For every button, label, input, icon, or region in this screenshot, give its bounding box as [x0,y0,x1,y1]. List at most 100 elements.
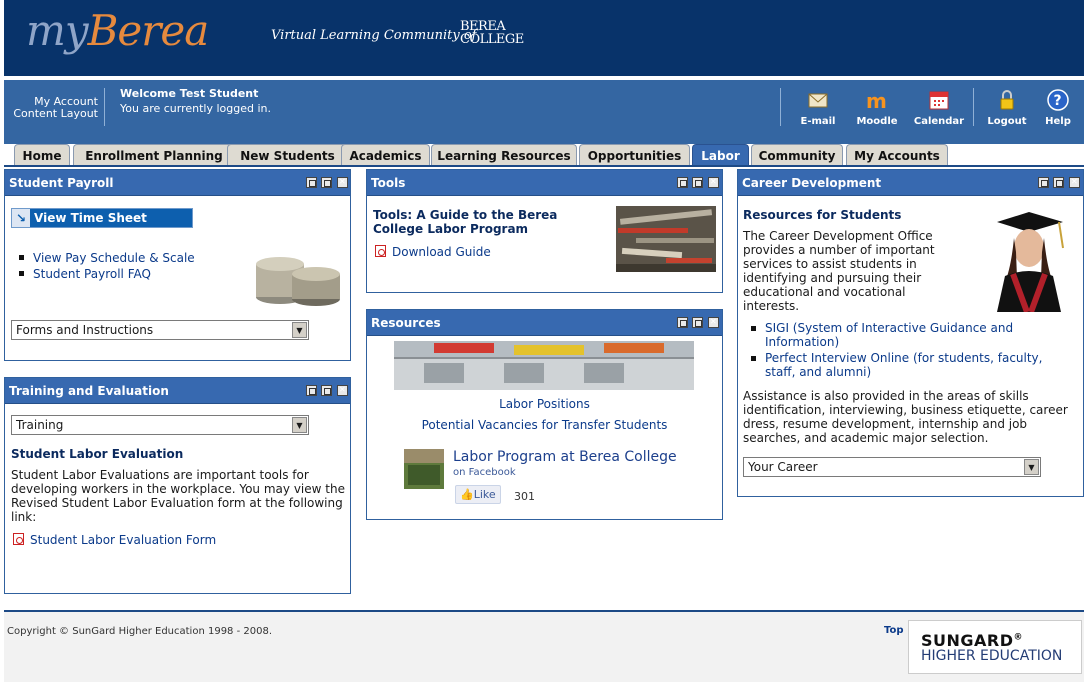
portlet-header: Training and Evaluation [5,378,350,404]
maximize-icon[interactable] [1053,177,1064,188]
facebook-page-link[interactable]: Labor Program at Berea College [453,449,677,465]
college-line2: COLLEGE [460,32,524,47]
maximize-icon[interactable] [692,177,703,188]
sigi-link[interactable]: SIGI (System of Interactive Guidance and… [765,321,1013,349]
tab-my-accounts[interactable]: My Accounts [846,144,948,166]
minimize-icon[interactable] [306,385,317,396]
svg-text:m: m [866,89,887,112]
close-icon[interactable] [1069,177,1080,188]
labor-positions-link[interactable]: Labor Positions [367,397,722,411]
tab-opportunities[interactable]: Opportunities [579,144,690,166]
portlet-header: Resources [367,310,722,336]
list-item[interactable]: View Pay Schedule & Scale [19,250,195,266]
chevron-down-icon[interactable]: ▼ [1024,459,1039,475]
envelope-icon [808,93,828,108]
career-select[interactable]: Your Career ▼ [743,457,1041,477]
training-select-value: Training [16,418,64,432]
close-icon[interactable] [708,317,719,328]
top-link[interactable]: Top [884,625,904,636]
career-heading: Resources for Students [743,208,902,222]
copyright: Copyright © SunGard Higher Education 199… [7,626,273,637]
chevron-down-icon[interactable]: ▼ [292,322,307,338]
forms-select[interactable]: Forms and Instructions ▼ [11,320,309,340]
perfect-interview-link[interactable]: Perfect Interview Online (for students, … [765,351,1042,379]
tools-image [616,206,716,272]
account-links: My Account Content Layout [8,96,98,120]
pdf-icon [375,245,386,257]
tab-labor[interactable]: Labor [692,144,749,166]
coins-image [256,257,340,306]
close-icon[interactable] [337,177,348,188]
payroll-faq-link[interactable]: Student Payroll FAQ [33,267,151,281]
minimize-icon[interactable] [677,317,688,328]
list-item[interactable]: Perfect Interview Online (for students, … [751,351,1071,379]
header-banner: myBerea Virtual Learning Community of BE… [4,0,1084,76]
login-status: You are currently logged in. [120,102,272,115]
tools-portlet: Tools Tools: A Guide to the Berea Colleg… [366,169,723,293]
view-time-sheet-button[interactable]: ↘ View Time Sheet [11,208,193,228]
facebook-subtitle: on Facebook [453,467,516,478]
facebook-page-thumbnail [404,449,444,489]
career-assistance-text: Assistance is also provided in the areas… [743,389,1068,445]
welcome-message: Welcome Test Student You are currently l… [120,86,271,116]
portlet-header: Tools [367,170,722,196]
moodle-label: Moodle [856,116,898,127]
download-guide-link[interactable]: Download Guide [392,245,491,259]
moodle-link[interactable]: m Moodle [850,88,904,127]
registered-mark: ® [1013,632,1024,643]
maximize-icon[interactable] [692,317,703,328]
career-intro: The Career Development Office provides a… [743,229,935,313]
tab-learning-resources[interactable]: Learning Resources [431,144,577,166]
close-icon[interactable] [337,385,348,396]
like-label: Like [473,488,496,501]
like-count: 301 [514,490,535,503]
training-evaluation-portlet: Training and Evaluation Training ▼ Stude… [4,377,351,594]
tab-enrollment-planning[interactable]: Enrollment Planning [73,144,235,166]
list-item[interactable]: SIGI (System of Interactive Guidance and… [751,321,1071,349]
logout-link[interactable]: Logout [980,88,1034,127]
portlet-header: Career Development [738,170,1083,196]
chevron-down-icon[interactable]: ▼ [292,417,307,433]
mybera-logo[interactable]: myBerea [26,6,209,55]
content-layout-link[interactable]: Content Layout [8,108,98,120]
list-item[interactable]: Student Payroll FAQ [19,266,195,282]
minimize-icon[interactable] [1038,177,1049,188]
forms-select-value: Forms and Instructions [16,323,154,337]
training-select[interactable]: Training ▼ [11,415,309,435]
tab-community[interactable]: Community [751,144,843,166]
minimize-icon[interactable] [306,177,317,188]
maximize-icon[interactable] [321,385,332,396]
evaluation-form-link[interactable]: Student Labor Evaluation Form [30,533,216,547]
portlet-header: Student Payroll [5,170,350,196]
career-select-value: Your Career [748,460,818,474]
minimize-icon[interactable] [677,177,688,188]
tools-heading: Tools: A Guide to the Berea College Labo… [373,208,558,236]
sungard-logo: SUNGARD® HIGHER EDUCATION [908,620,1082,674]
calendar-link[interactable]: Calendar [912,88,966,127]
close-icon[interactable] [708,177,719,188]
maximize-icon[interactable] [321,177,332,188]
evaluation-body: Student Labor Evaluations are important … [11,468,345,524]
tab-home[interactable]: Home [14,144,70,166]
logout-label: Logout [987,116,1027,127]
pay-schedule-link[interactable]: View Pay Schedule & Scale [33,251,195,265]
vacancies-link[interactable]: Potential Vacancies for Transfer Student… [367,418,722,432]
career-links: SIGI (System of Interactive Guidance and… [751,321,1071,379]
facebook-like-button[interactable]: 👍Like [455,485,501,504]
graduate-photo [983,208,1075,312]
calendar-icon [929,91,949,110]
higher-education-wordmark: HIGHER EDUCATION [921,648,1063,664]
tab-academics[interactable]: Academics [341,144,430,166]
career-development-portlet: Career Development Resources for Student… [737,169,1084,497]
help-link[interactable]: ? Help [1031,88,1085,127]
view-time-sheet-label: View Time Sheet [34,211,147,225]
arrow-icon: ↘ [12,209,30,227]
tab-new-students[interactable]: New Students [227,144,348,166]
email-link[interactable]: E-mail [791,88,845,127]
help-icon: ? [1047,89,1069,111]
evaluation-form-row: Student Labor Evaluation Form [13,533,216,547]
download-row: Download Guide [375,245,491,259]
tagline: Virtual Learning Community of [271,28,477,43]
evaluation-heading: Student Labor Evaluation [11,447,184,461]
lock-icon [1000,90,1014,110]
